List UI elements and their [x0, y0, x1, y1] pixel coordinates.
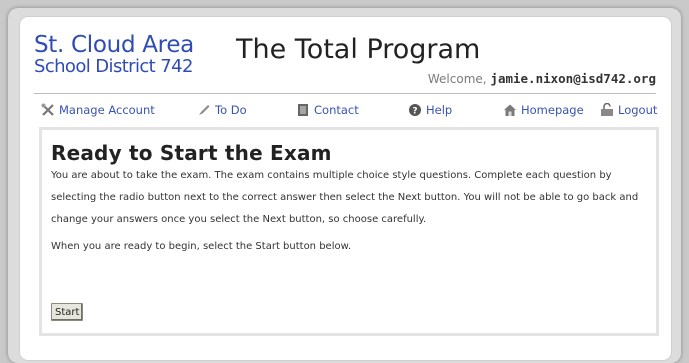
home-icon: [504, 104, 516, 116]
exam-ready-text: When you are ready to begin, select the …: [51, 241, 352, 252]
nav-homepage[interactable]: Homepage: [503, 103, 584, 117]
district-logo: St. Cloud Area School District 742: [34, 34, 194, 76]
nav-todo-label: To Do: [215, 103, 247, 117]
nav-manage-account-label: Manage Account: [59, 103, 155, 117]
address-book-icon: [298, 104, 308, 116]
nav-todo[interactable]: To Do: [197, 103, 247, 117]
start-button[interactable]: Start: [51, 303, 84, 321]
logo-line2: School District 742: [34, 56, 193, 77]
welcome-prefix: Welcome,: [427, 72, 487, 86]
page-title: The Total Program: [236, 34, 481, 65]
exam-intro-panel: Ready to Start the Exam You are about to…: [39, 127, 659, 336]
svg-text:?: ?: [412, 107, 417, 117]
nav-logout-label: Logout: [618, 103, 658, 117]
nav-manage-account[interactable]: Manage Account: [41, 103, 155, 117]
nav-help-label: Help: [426, 103, 453, 117]
logo-line1: St. Cloud Area: [34, 32, 194, 58]
logout-icon: [601, 103, 613, 116]
tools-icon: [41, 103, 54, 116]
pencil-icon: [199, 105, 210, 115]
nav-help[interactable]: ? Help: [408, 103, 452, 117]
exam-heading: Ready to Start the Exam: [51, 141, 332, 165]
nav-contact-label: Contact: [314, 103, 359, 117]
nav-logout[interactable]: Logout: [600, 103, 657, 117]
welcome-message: Welcome, jamie.nixon@isd742.org: [428, 71, 656, 86]
help-icon: ?: [409, 104, 421, 117]
user-email: jamie.nixon@isd742.org: [490, 71, 656, 86]
nav-homepage-label: Homepage: [521, 103, 584, 117]
exam-instructions: You are about to take the exam. The exam…: [51, 170, 639, 225]
nav-bar: Manage Account To Do Contact ? Help Home…: [34, 100, 657, 122]
nav-contact[interactable]: Contact: [296, 103, 359, 117]
nav-divider: [34, 93, 656, 94]
